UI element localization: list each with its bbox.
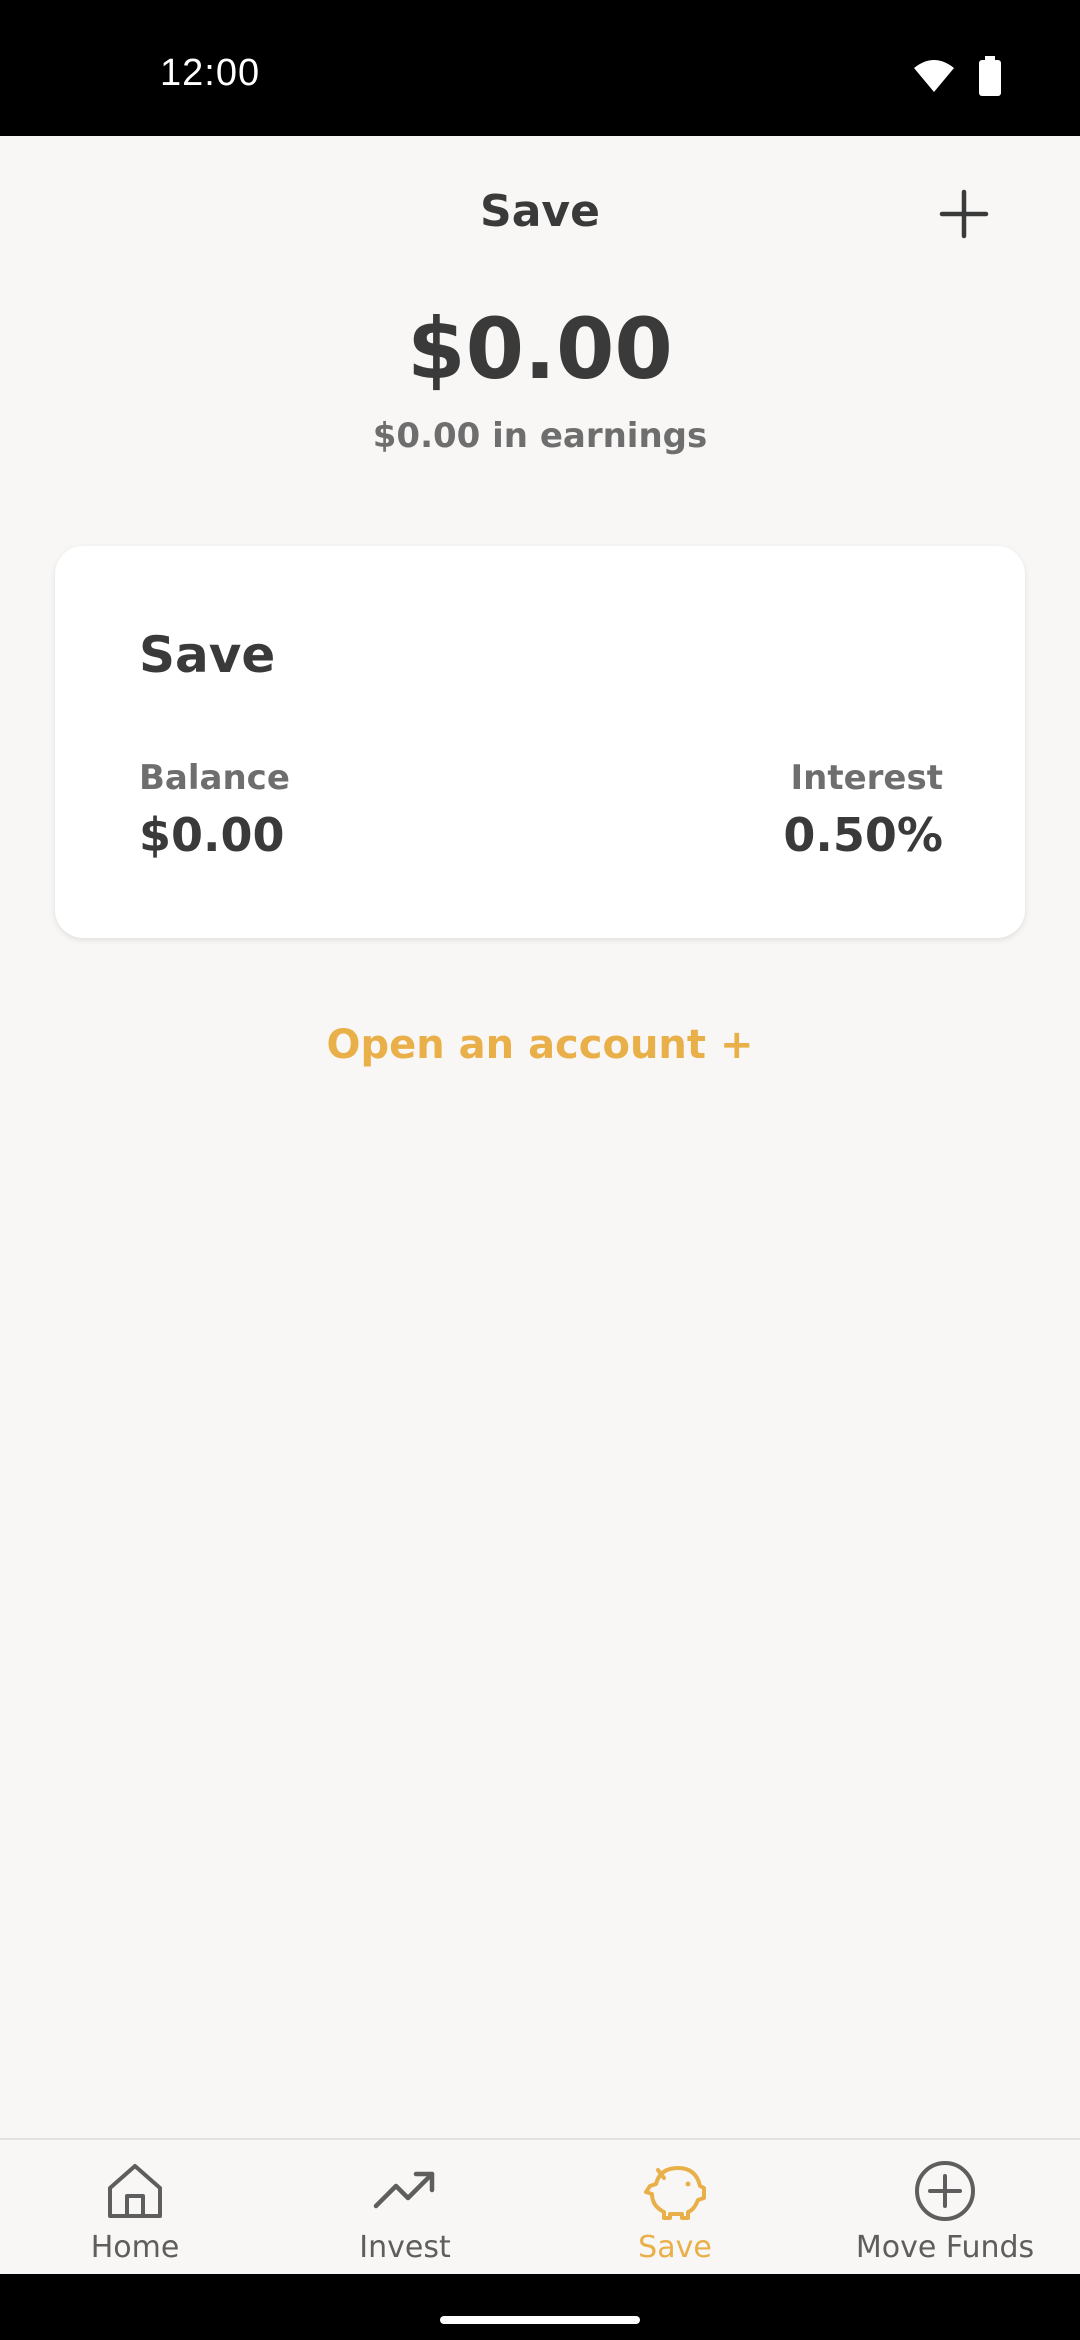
earnings-text: $0.00 in earnings xyxy=(372,416,708,456)
nav-label-save: Save xyxy=(638,2230,712,2265)
piggy-bank-icon xyxy=(642,2158,708,2224)
nav-label-invest: Invest xyxy=(359,2230,451,2265)
add-account-button[interactable] xyxy=(930,182,998,250)
card-title: Save xyxy=(139,626,276,684)
total-balance: $0.00 xyxy=(407,300,673,398)
plus-circle-icon xyxy=(912,2158,978,2224)
page-title: Save xyxy=(480,186,600,237)
status-bar: 12:00 xyxy=(0,0,1080,136)
status-time: 12:00 xyxy=(160,52,261,94)
home-icon xyxy=(102,2158,168,2224)
nav-item-move-funds[interactable]: Move Funds xyxy=(810,2140,1080,2274)
bottom-nav: Home Invest Save Move Funds xyxy=(0,2138,1080,2274)
nav-label-home: Home xyxy=(90,2230,180,2265)
trending-up-icon xyxy=(372,2158,438,2224)
home-gesture-handle[interactable] xyxy=(440,2316,640,2324)
nav-label-move-funds: Move Funds xyxy=(855,2230,1035,2265)
interest-label: Interest xyxy=(790,758,944,798)
balance-label: Balance xyxy=(139,758,290,798)
battery-icon xyxy=(978,56,1002,100)
system-navigation-area xyxy=(0,2274,1080,2340)
balance-value: $0.00 xyxy=(139,808,285,862)
wifi-icon xyxy=(912,58,956,98)
interest-value: 0.50% xyxy=(783,808,943,862)
status-icons xyxy=(912,56,1002,100)
plus-icon xyxy=(939,189,989,243)
nav-item-save[interactable]: Save xyxy=(540,2140,810,2274)
open-account-link[interactable]: Open an account + xyxy=(0,1022,1080,1068)
nav-item-home[interactable]: Home xyxy=(0,2140,270,2274)
save-account-card[interactable]: Save Balance $0.00 Interest 0.50% xyxy=(55,546,1025,938)
nav-item-invest[interactable]: Invest xyxy=(270,2140,540,2274)
